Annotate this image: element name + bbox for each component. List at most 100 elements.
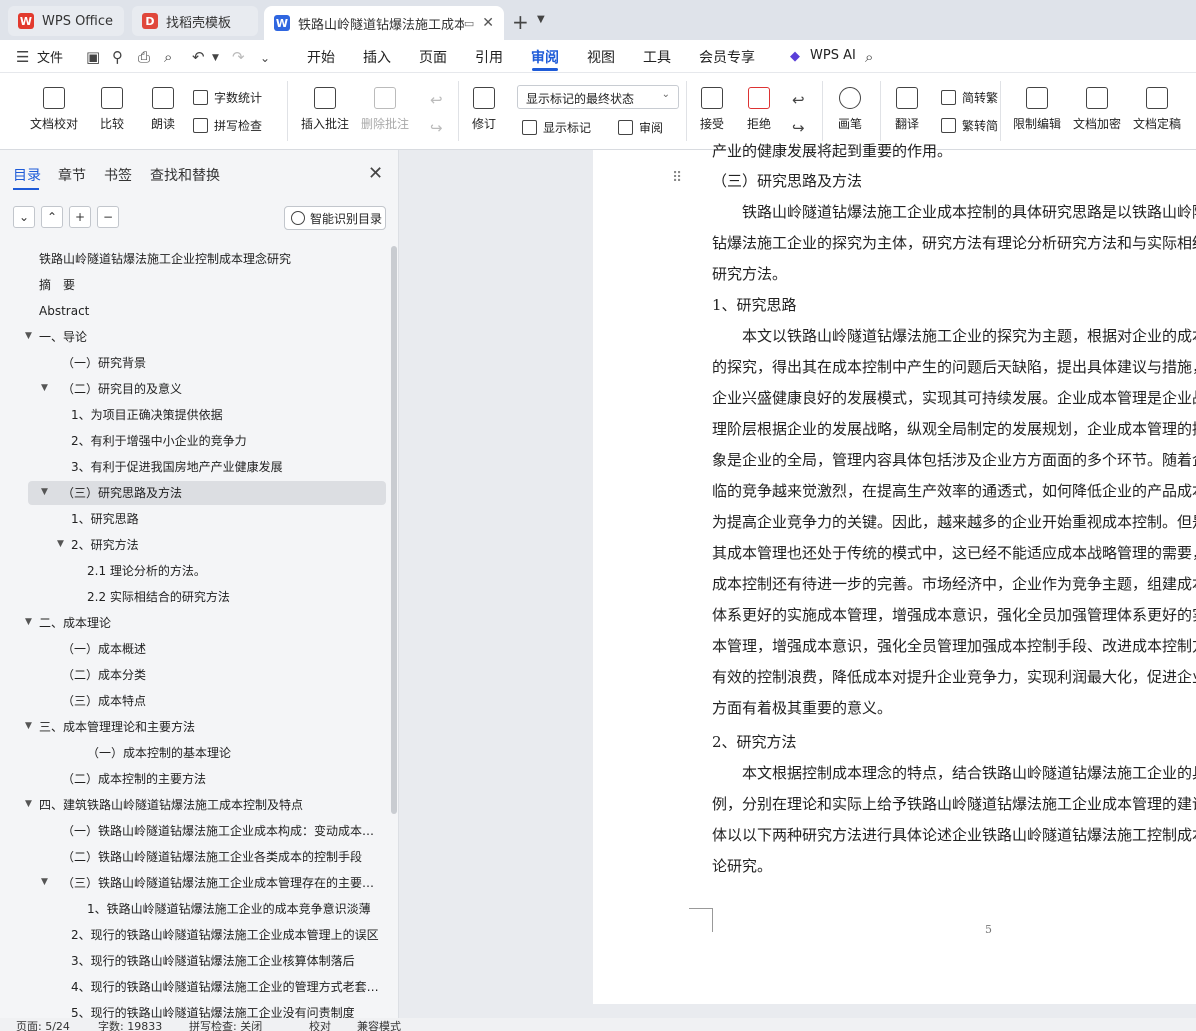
status-word-count[interactable]: 字数: 19833 (98, 1018, 162, 1031)
toc-item[interactable]: 1、为项目正确决策提供依据 (71, 403, 384, 427)
save-icon[interactable]: ▣ (86, 48, 100, 66)
to-traditional-button[interactable]: 简转繁 (941, 89, 998, 106)
finalize-button[interactable]: 文档定稿 (1133, 87, 1181, 132)
toc-item[interactable]: （一）成本概述 (62, 637, 384, 661)
toc-item[interactable]: 摘 要 (39, 273, 384, 297)
close-icon[interactable]: ✕ (368, 163, 383, 184)
menu-wps-ai[interactable]: WPS AI (810, 48, 856, 63)
menu-page[interactable]: 页面 (419, 47, 447, 67)
toc-item[interactable]: （三）成本特点 (62, 689, 384, 713)
toc-item[interactable]: 2.1 理论分析的方法。 (87, 559, 384, 583)
toc-item[interactable]: （二）铁路山岭隧道钻爆法施工企业各类成本的控制手段 (62, 845, 384, 869)
toc-item[interactable]: （三）研究思路及方法 (62, 481, 384, 505)
toc-item[interactable]: 1、铁路山岭隧道钻爆法施工企业的成本竞争意识淡薄 (87, 897, 384, 921)
toc-item[interactable]: （三）铁路山岭隧道钻爆法施工企业成本管理存在的主要问题 (62, 871, 384, 895)
menu-start[interactable]: 开始 (307, 47, 335, 67)
markup-view-select[interactable]: 显示标记的最终状态 ⌄ (517, 85, 679, 109)
expand-caret-icon[interactable]: ▼ (25, 799, 32, 809)
new-tab-button[interactable]: + (512, 10, 529, 34)
remove-heading-button[interactable]: − (97, 206, 119, 228)
status-page[interactable]: 页面: 5/24 (16, 1018, 70, 1031)
expand-caret-icon[interactable]: ▼ (41, 487, 48, 497)
track-changes-button[interactable]: 修订 (472, 87, 496, 132)
menu-review[interactable]: 审阅 (531, 47, 559, 67)
print-icon[interactable]: ⎙ (138, 48, 150, 66)
menu-view[interactable]: 视图 (587, 47, 615, 67)
next-change-icon[interactable]: ↪ (792, 119, 805, 137)
toc-item[interactable]: 4、现行的铁路山岭隧道钻爆法施工企业的管理方式老套陈旧 (71, 975, 384, 999)
tab-bookmarks[interactable]: 书签 (104, 165, 132, 185)
tab-wps-office[interactable]: W WPS Office (8, 6, 124, 36)
status-spell-check[interactable]: 拼写检查: 关闭 (189, 1018, 262, 1031)
compare-button[interactable]: 比较 (100, 87, 124, 132)
smart-toc-button[interactable]: 智能识别目录 (284, 206, 386, 230)
to-simplified-button[interactable]: 繁转简 (941, 117, 998, 134)
toc-item[interactable]: （二）研究目的及意义 (62, 377, 384, 401)
expand-caret-icon[interactable]: ▼ (57, 539, 64, 549)
undo-icon[interactable]: ↶ (192, 48, 205, 66)
close-tab-icon[interactable]: ✕ (482, 15, 494, 31)
toc-item[interactable]: （一）成本控制的基本理论 (87, 741, 384, 765)
tab-toc[interactable]: 目录 (13, 165, 41, 185)
add-heading-button[interactable]: + (69, 206, 91, 228)
menu-references[interactable]: 引用 (475, 47, 503, 67)
toc-item[interactable]: Abstract (39, 299, 384, 323)
doc-check-button[interactable]: 文档校对 (30, 87, 78, 132)
toc-item[interactable]: 四、建筑铁路山岭隧道钻爆法施工成本控制及特点 (39, 793, 384, 817)
accept-button[interactable]: 接受 (700, 87, 724, 132)
toc-item[interactable]: 2.2 实际相结合的研究方法 (87, 585, 384, 609)
pen-button[interactable]: 画笔 (838, 87, 862, 132)
toc-scrollbar[interactable] (391, 246, 397, 814)
print-preview-icon[interactable]: ⌕ (164, 48, 172, 66)
expand-caret-icon[interactable]: ▼ (25, 331, 32, 341)
menu-member[interactable]: 会员专享 (699, 47, 755, 67)
menu-tools[interactable]: 工具 (643, 47, 671, 67)
more-quick-access-icon[interactable]: ⌄ (260, 51, 270, 65)
drag-handle-icon[interactable]: ⠿ (672, 170, 682, 186)
toc-item[interactable]: 一、导论 (39, 325, 384, 349)
tab-sections[interactable]: 章节 (58, 165, 86, 185)
expand-up-button[interactable]: ⌃ (41, 206, 63, 228)
status-proof[interactable]: 校对 (309, 1018, 331, 1031)
toc-item[interactable]: 3、有利于促进我国房地产产业健康发展 (71, 455, 384, 479)
toc-item[interactable]: 3、现行的铁路山岭隧道钻爆法施工企业核算体制落后 (71, 949, 384, 973)
tab-docer-templates[interactable]: D 找稻壳模板 (132, 6, 258, 36)
share-icon[interactable]: ⚲ (112, 48, 123, 66)
menu-insert[interactable]: 插入 (363, 47, 391, 67)
search-icon[interactable]: ⌕ (865, 48, 873, 66)
expand-caret-icon[interactable]: ▼ (41, 383, 48, 393)
undo-dropdown-icon[interactable]: ▼ (212, 53, 219, 63)
file-menu[interactable]: 文件 (37, 47, 63, 66)
translate-button[interactable]: 翻译 (895, 87, 919, 132)
toc-item[interactable]: 三、成本管理理论和主要方法 (39, 715, 384, 739)
expand-caret-icon[interactable]: ▼ (25, 721, 32, 731)
word-count-button[interactable]: 字数统计 (193, 89, 262, 106)
toc-item[interactable]: （一）研究背景 (62, 351, 384, 375)
insert-comment-button[interactable]: 插入批注 (301, 87, 349, 132)
expand-caret-icon[interactable]: ▼ (41, 877, 48, 887)
expand-caret-icon[interactable]: ▼ (25, 617, 32, 627)
toc-item[interactable]: 5、现行的铁路山岭隧道钻爆法施工企业没有问责制度 (71, 1001, 384, 1018)
toc-item[interactable]: 二、成本理论 (39, 611, 384, 635)
toc-item[interactable]: 1、研究思路 (71, 507, 384, 531)
new-tab-dropdown-icon[interactable]: ▼ (537, 14, 545, 25)
previous-change-icon[interactable]: ↩ (792, 91, 805, 109)
read-aloud-button[interactable]: 朗读 (151, 87, 175, 132)
tab-find-replace[interactable]: 查找和替换 (150, 165, 220, 185)
toc-item[interactable]: 铁路山岭隧道钻爆法施工企业控制成本理念研究 (39, 247, 384, 271)
spell-check-button[interactable]: 拼写检查 (193, 117, 262, 134)
show-markup-button[interactable]: 显示标记 (522, 119, 591, 136)
toc-item[interactable]: （二）成本分类 (62, 663, 384, 687)
review-pane-button[interactable]: 审阅 (618, 119, 663, 136)
collapse-all-button[interactable]: ⌄ (13, 206, 35, 228)
toc-item[interactable]: 2、有利于增强中小企业的竞争力 (71, 429, 384, 453)
reject-button[interactable]: 拒绝 (747, 87, 771, 132)
hamburger-menu-icon[interactable]: ☰ (16, 48, 29, 66)
toc-item[interactable]: 2、研究方法 (71, 533, 384, 557)
toc-item[interactable]: （一）铁路山岭隧道钻爆法施工企业成本构成：变动成本项目和固定成本项目 (62, 819, 384, 843)
toc-item[interactable]: （二）成本控制的主要方法 (62, 767, 384, 791)
restrict-edit-button[interactable]: 限制编辑 (1013, 87, 1061, 132)
toc-item[interactable]: 2、现行的铁路山岭隧道钻爆法施工企业成本管理上的误区 (71, 923, 384, 947)
tab-current-document[interactable]: W 铁路山岭隧道钻爆法施工成本 ▭ ✕ (264, 6, 504, 40)
encrypt-button[interactable]: 文档加密 (1073, 87, 1121, 132)
